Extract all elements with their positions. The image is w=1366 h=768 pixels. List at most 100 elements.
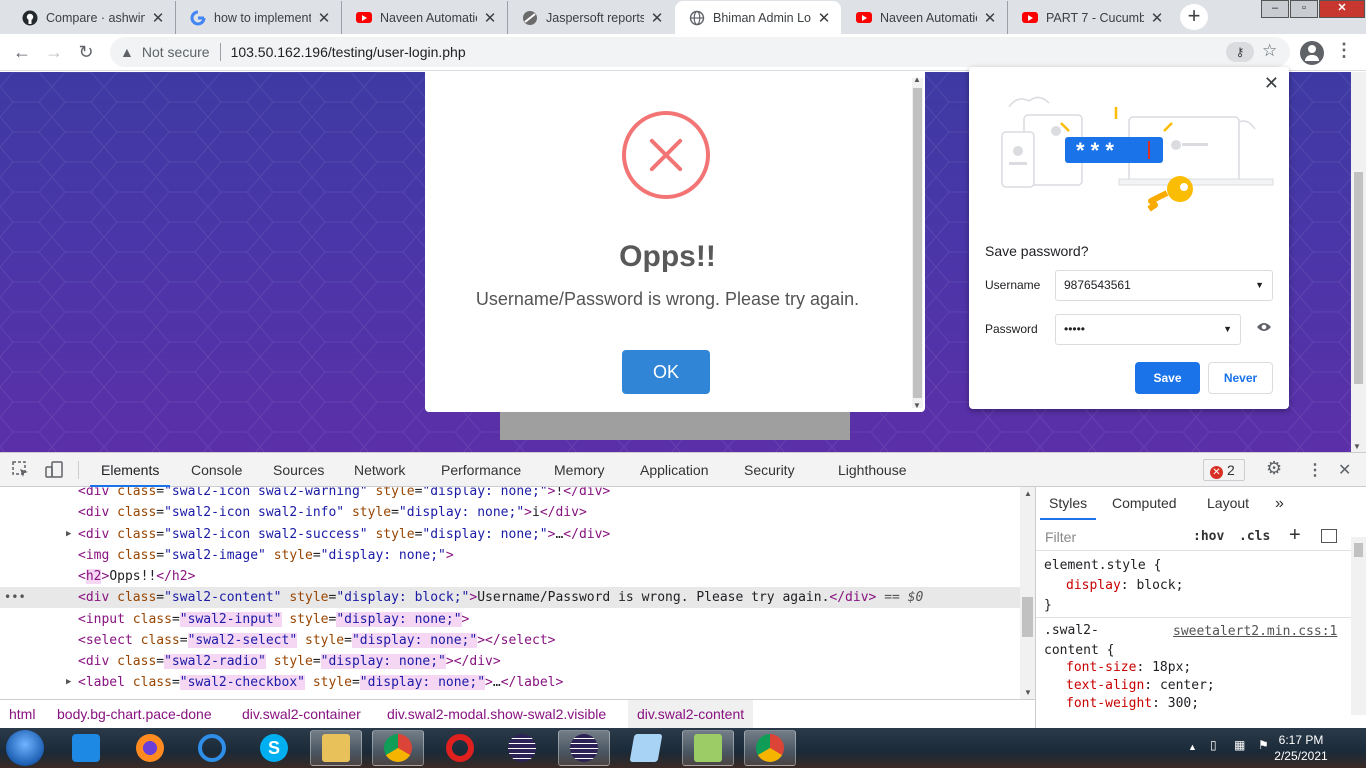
tab-network[interactable]: Network <box>354 453 405 487</box>
new-tab-button[interactable]: + <box>1180 4 1208 30</box>
back-arrow-icon[interactable]: ← <box>10 40 34 64</box>
username-select[interactable]: 9876543561 ▼ <box>1055 270 1273 301</box>
warning-icon[interactable]: ▲ <box>120 44 134 60</box>
close-devtools-icon[interactable]: ✕ <box>1338 460 1351 480</box>
chevron-down-icon[interactable]: ▼ <box>1223 315 1232 344</box>
close-tab-icon[interactable]: ✕ <box>483 9 497 27</box>
close-tab-icon[interactable]: ✕ <box>151 9 165 27</box>
dom-node[interactable]: <img class="swal2-image" style="display:… <box>0 545 1020 566</box>
filter-input[interactable]: Filter <box>1045 529 1076 545</box>
browser-tab[interactable]: Naveen Automatio ✕ <box>842 1 1008 34</box>
toggle-sidebar-icon[interactable] <box>1321 529 1337 543</box>
breadcrumb-item[interactable]: html <box>9 700 35 729</box>
dialog-scrollbar[interactable]: ▲ ▼ <box>912 75 923 410</box>
system-clock[interactable]: 6:17 PM 2/25/2021 <box>1262 732 1340 764</box>
breadcrumb-item-selected[interactable]: div.swal2-content <box>628 700 754 729</box>
tab-styles[interactable]: Styles <box>1040 487 1097 520</box>
dom-node[interactable]: <div class="swal2-icon swal2-warning" st… <box>0 487 1020 502</box>
profile-avatar-icon[interactable] <box>1300 41 1324 65</box>
security-label[interactable]: Not secure <box>142 44 210 60</box>
skype-icon[interactable]: S <box>248 730 300 766</box>
key-icon[interactable]: ⚷ <box>1226 42 1254 62</box>
dom-node-selected[interactable]: ••• <div class="swal2-content" style="dis… <box>0 587 1020 608</box>
browser-tab-active[interactable]: Bhiman Admin Log ✕ <box>675 1 841 34</box>
tab-application[interactable]: Application <box>640 453 709 487</box>
browser-tab[interactable]: how to implement ✕ <box>176 1 342 34</box>
inspect-element-icon[interactable] <box>12 461 30 479</box>
dom-node[interactable]: <div class="swal2-icon swal2-info" style… <box>0 502 1020 523</box>
notes-app-icon[interactable] <box>620 730 672 766</box>
tab-computed[interactable]: Computed <box>1112 487 1177 520</box>
save-button[interactable]: Save <box>1135 362 1200 394</box>
new-rule-plus-icon[interactable]: + <box>1289 524 1301 547</box>
breadcrumb-item[interactable]: div.swal2-container <box>242 700 361 729</box>
more-tabs-chevron[interactable]: » <box>1275 487 1284 520</box>
reload-icon[interactable]: ↻ <box>74 40 98 64</box>
browser-menu-icon[interactable]: ⋮ <box>1335 40 1353 61</box>
show-hidden-icons-arrow[interactable]: ▲ <box>1188 742 1197 752</box>
opera-icon[interactable] <box>434 730 486 766</box>
tab-memory[interactable]: Memory <box>554 453 605 487</box>
dom-node[interactable]: <select class="swal2-select" style="disp… <box>0 630 1020 651</box>
ok-button[interactable]: OK <box>622 350 710 394</box>
never-button[interactable]: Never <box>1208 362 1273 394</box>
browser-tab[interactable]: Naveen Automatio ✕ <box>342 1 508 34</box>
chevron-down-icon[interactable]: ▼ <box>1255 271 1264 300</box>
page-scrollbar[interactable]: ▼ <box>1351 72 1366 452</box>
styles-filter[interactable]: Filter :hov .cls + <box>1036 523 1353 551</box>
rule-declaration[interactable]: text-align: center; <box>1066 677 1215 695</box>
tab-sources[interactable]: Sources <box>273 453 324 487</box>
tab-lighthouse[interactable]: Lighthouse <box>838 453 907 487</box>
tab-layout[interactable]: Layout <box>1207 487 1249 520</box>
close-tab-icon[interactable]: ✕ <box>1150 9 1164 27</box>
error-count-badge[interactable]: ✕ 2 <box>1203 459 1245 481</box>
dom-node[interactable]: <h2>Opps!!</h2> <box>0 566 1020 587</box>
media-player-icon[interactable] <box>60 730 112 766</box>
close-tab-icon[interactable]: ✕ <box>817 9 831 27</box>
rule-declaration[interactable]: font-size: 18px; <box>1066 659 1215 677</box>
show-password-eye-icon[interactable] <box>1256 321 1272 333</box>
internet-explorer-icon[interactable] <box>186 730 238 766</box>
eclipse-icon[interactable] <box>558 730 610 766</box>
styles-scrollbar[interactable] <box>1351 537 1366 715</box>
firefox-icon[interactable] <box>124 730 176 766</box>
notepad-plus-plus-icon[interactable] <box>682 730 734 766</box>
more-options-icon[interactable]: ⋮ <box>1307 460 1323 480</box>
close-tab-icon[interactable]: ✕ <box>650 9 664 27</box>
maximize-button[interactable]: ▫ <box>1290 0 1318 18</box>
dom-node[interactable]: <div class="swal2-radio" style="display:… <box>0 651 1020 672</box>
tab-elements[interactable]: Elements <box>90 453 171 487</box>
password-select[interactable]: ••••• ▼ <box>1055 314 1241 345</box>
browser-tab[interactable]: Jaspersoft reports ✕ <box>508 1 674 34</box>
stylesheet-source-link[interactable]: sweetalert2.min.css:1 <box>1173 624 1337 639</box>
eclipse-icon[interactable] <box>496 730 548 766</box>
gear-icon[interactable]: ⚙ <box>1266 458 1282 479</box>
dom-node[interactable]: <input class="swal2-input" style="displa… <box>0 609 1020 630</box>
bookmark-star-icon[interactable]: ☆ <box>1262 41 1277 61</box>
elements-scrollbar[interactable]: ▲ ▼ <box>1020 487 1035 699</box>
device-toolbar-icon[interactable] <box>45 461 63 479</box>
minimize-button[interactable]: – <box>1261 0 1289 18</box>
battery-icon[interactable]: ▯ <box>1210 738 1217 752</box>
breadcrumb-item[interactable]: body.bg-chart.pace-done <box>57 700 212 729</box>
tab-performance[interactable]: Performance <box>441 453 521 487</box>
hov-toggle[interactable]: :hov <box>1193 529 1224 544</box>
rule-declaration[interactable]: font-weight: 300; <box>1066 695 1215 713</box>
breadcrumb-item[interactable]: div.swal2-modal.show-swal2.visible <box>387 700 606 729</box>
browser-tab[interactable]: Compare · ashwini- ✕ <box>8 1 176 34</box>
dom-node[interactable]: ▶ <label class="swal2-checkbox" style="di… <box>0 672 1020 693</box>
tab-console[interactable]: Console <box>191 453 242 487</box>
address-bar[interactable]: ▲ Not secure 103.50.162.196/testing/user… <box>110 37 1290 67</box>
tab-security[interactable]: Security <box>744 453 795 487</box>
forward-arrow-icon[interactable]: → <box>42 40 66 64</box>
chrome-icon[interactable] <box>744 730 796 766</box>
close-tab-icon[interactable]: ✕ <box>317 9 331 27</box>
cls-toggle[interactable]: .cls <box>1239 529 1270 544</box>
browser-tab[interactable]: PART 7 - Cucumbe ✕ <box>1008 1 1174 34</box>
close-tab-icon[interactable]: ✕ <box>983 9 997 27</box>
start-button-windows-icon[interactable] <box>6 730 44 766</box>
url-text[interactable]: 103.50.162.196/testing/user-login.php <box>231 44 466 60</box>
dom-node[interactable]: ▶ <div class="swal2-icon swal2-success" s… <box>0 524 1020 545</box>
file-explorer-icon[interactable] <box>310 730 362 766</box>
chrome-icon[interactable] <box>372 730 424 766</box>
